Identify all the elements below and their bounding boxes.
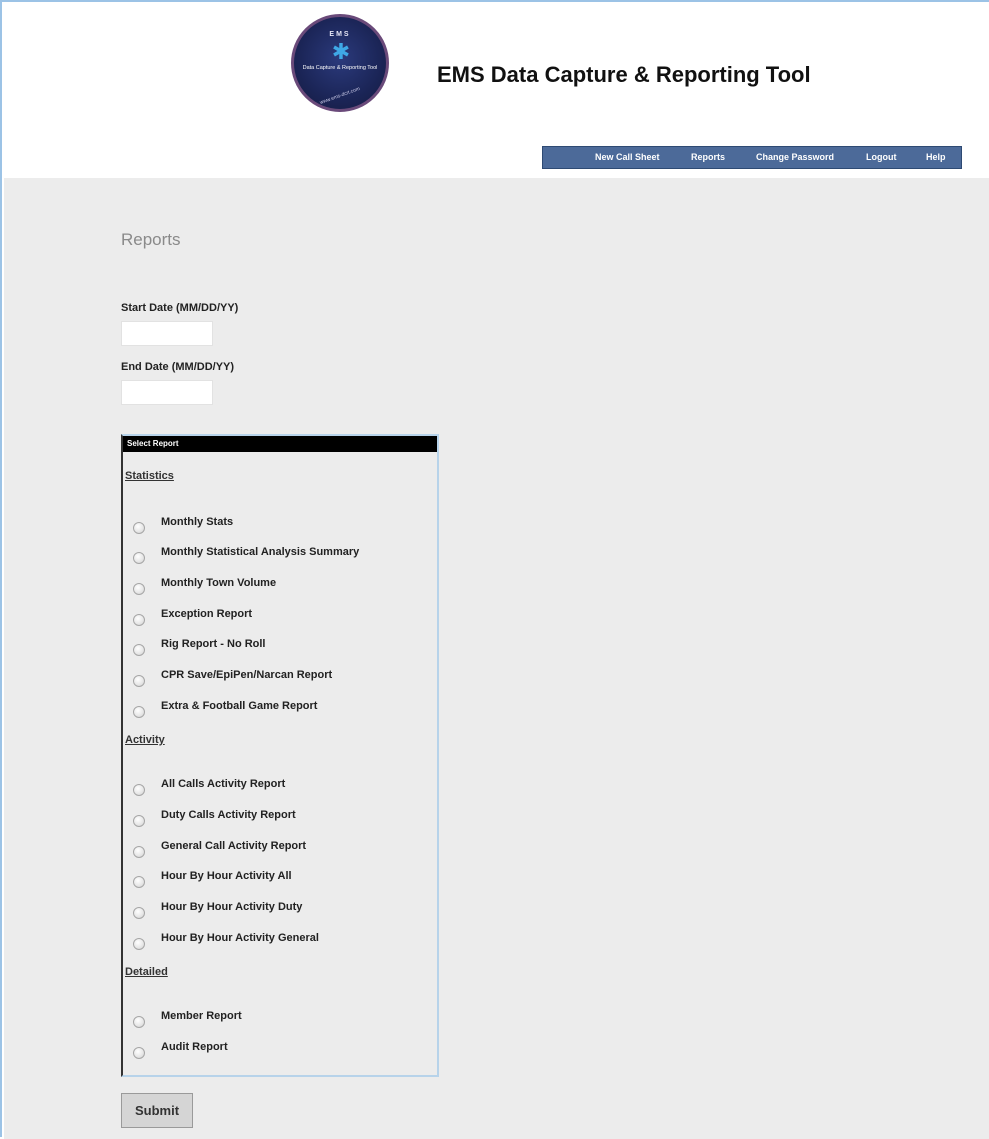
end-date-input[interactable] [121, 380, 213, 405]
app-window: EMS ✱ Data Capture & Reporting Tool www.… [0, 0, 989, 1139]
report-option-extra-football[interactable]: Extra & Football Game Report [133, 700, 433, 720]
ems-logo: EMS ✱ Data Capture & Reporting Tool www.… [291, 14, 389, 112]
report-option-label[interactable]: Extra & Football Game Report [161, 700, 317, 712]
star-of-life-icon: ✱ [331, 39, 351, 64]
select-report-header: Select Report [123, 436, 437, 452]
nav-change-password[interactable]: Change Password [756, 147, 834, 168]
report-option-label[interactable]: Rig Report - No Roll [161, 638, 266, 650]
app-title: EMS Data Capture & Reporting Tool [437, 62, 811, 87]
nav-help[interactable]: Help [926, 147, 946, 168]
radio-button[interactable] [133, 552, 145, 564]
radio-button[interactable] [133, 846, 145, 858]
radio-button[interactable] [133, 675, 145, 687]
radio-button[interactable] [133, 784, 145, 796]
section-activity: Activity [125, 734, 165, 746]
start-date-input[interactable] [121, 321, 213, 346]
report-option-cpr-save[interactable]: CPR Save/EpiPen/Narcan Report [133, 669, 433, 689]
report-option-monthly-town-volume[interactable]: Monthly Town Volume [133, 577, 433, 597]
radio-button[interactable] [133, 876, 145, 888]
report-option-label[interactable]: Hour By Hour Activity All [161, 870, 292, 882]
main-nav: New Call Sheet Reports Change Password L… [542, 146, 962, 169]
logo-caption: Data Capture & Reporting Tool [302, 65, 378, 71]
nav-new-call-sheet[interactable]: New Call Sheet [595, 147, 660, 168]
start-date-label: Start Date (MM/DD/YY) [121, 302, 239, 314]
report-option-label[interactable]: Hour By Hour Activity Duty [161, 901, 302, 913]
report-option-member[interactable]: Member Report [133, 1010, 433, 1030]
report-option-label[interactable]: Monthly Town Volume [161, 577, 276, 589]
page-header: EMS ✱ Data Capture & Reporting Tool www.… [4, 4, 989, 178]
logo-top-text: EMS [329, 31, 351, 38]
radio-button[interactable] [133, 522, 145, 534]
report-option-label[interactable]: General Call Activity Report [161, 840, 306, 852]
section-detailed: Detailed [125, 966, 168, 978]
report-option-monthly-statistical-analysis[interactable]: Monthly Statistical Analysis Summary [133, 546, 433, 566]
report-option-duty-calls[interactable]: Duty Calls Activity Report [133, 809, 433, 829]
report-option-label[interactable]: Audit Report [161, 1041, 228, 1053]
report-option-audit[interactable]: Audit Report [133, 1041, 433, 1061]
report-option-all-calls[interactable]: All Calls Activity Report [133, 778, 433, 798]
report-option-general-call[interactable]: General Call Activity Report [133, 840, 433, 860]
report-option-rig-report[interactable]: Rig Report - No Roll [133, 638, 433, 658]
main-content: Reports Start Date (MM/DD/YY) End Date (… [4, 178, 989, 1139]
report-option-label[interactable]: Monthly Statistical Analysis Summary [161, 546, 359, 558]
report-option-hour-all[interactable]: Hour By Hour Activity All [133, 870, 433, 890]
section-statistics: Statistics [125, 470, 174, 482]
report-option-label[interactable]: CPR Save/EpiPen/Narcan Report [161, 669, 332, 681]
report-option-monthly-stats[interactable]: Monthly Stats [133, 516, 433, 536]
report-option-hour-duty[interactable]: Hour By Hour Activity Duty [133, 901, 433, 921]
radio-button[interactable] [133, 1016, 145, 1028]
nav-logout[interactable]: Logout [866, 147, 897, 168]
report-option-label[interactable]: Hour By Hour Activity General [161, 932, 319, 944]
report-option-label[interactable]: Exception Report [161, 608, 252, 620]
nav-reports[interactable]: Reports [691, 147, 725, 168]
report-option-label[interactable]: Monthly Stats [161, 516, 233, 528]
report-option-hour-general[interactable]: Hour By Hour Activity General [133, 932, 433, 952]
radio-button[interactable] [133, 644, 145, 656]
logo-url: www.ems-dcrt.com [319, 85, 361, 107]
radio-button[interactable] [133, 1047, 145, 1059]
radio-button[interactable] [133, 583, 145, 595]
radio-button[interactable] [133, 614, 145, 626]
report-option-label[interactable]: Duty Calls Activity Report [161, 809, 296, 821]
end-date-label: End Date (MM/DD/YY) [121, 361, 235, 373]
report-option-exception[interactable]: Exception Report [133, 608, 433, 628]
radio-button[interactable] [133, 706, 145, 718]
page-title: Reports [121, 230, 181, 249]
radio-button[interactable] [133, 815, 145, 827]
report-option-label[interactable]: Member Report [161, 1010, 242, 1022]
select-report-panel: Select Report Statistics Monthly Stats M… [121, 434, 439, 1077]
radio-button[interactable] [133, 907, 145, 919]
report-option-label[interactable]: All Calls Activity Report [161, 778, 285, 790]
radio-button[interactable] [133, 938, 145, 950]
submit-button[interactable]: Submit [121, 1093, 193, 1128]
